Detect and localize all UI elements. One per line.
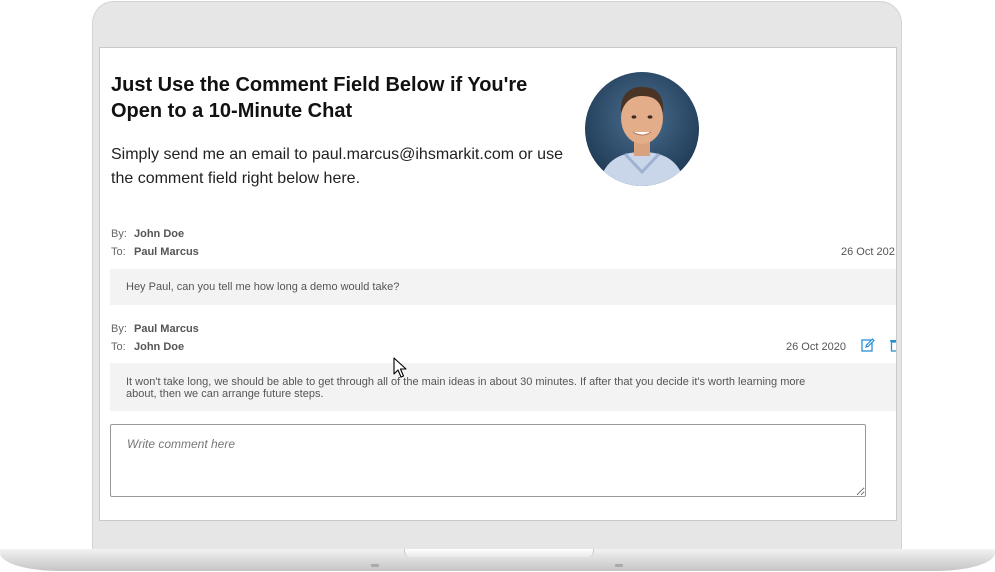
laptop-foot-right — [615, 564, 623, 567]
comment-author: John Doe — [134, 228, 185, 240]
comment-2-by: By: Paul Marcus — [111, 323, 199, 335]
by-label: By: — [111, 228, 127, 240]
by-label: By: — [111, 323, 127, 335]
comment-recipient: Paul Marcus — [134, 246, 199, 258]
comment-1-text: Hey Paul, can you tell me how long a dem… — [110, 269, 896, 305]
hero-title: Just Use the Comment Field Below if You'… — [111, 74, 528, 122]
comment-input[interactable] — [110, 424, 866, 497]
avatar — [585, 72, 699, 186]
laptop-notch — [404, 549, 594, 557]
to-label: To: — [111, 246, 126, 258]
mouse-cursor-icon — [393, 357, 407, 378]
laptop-screen: Just Use the Comment Field Below if You'… — [99, 47, 897, 521]
hero-subtitle: Simply send me an email to paul.marcus@i… — [111, 146, 563, 187]
comment-1-to: To: Paul Marcus — [111, 246, 199, 258]
comment-1-date: 26 Oct 202 — [841, 246, 895, 258]
trash-icon[interactable] — [889, 338, 897, 352]
comment-2-date: 26 Oct 2020 — [786, 341, 846, 353]
edit-icon[interactable] — [861, 338, 875, 352]
to-label: To: — [111, 341, 126, 353]
comment-recipient: John Doe — [134, 341, 185, 353]
comment-2-to: To: John Doe — [111, 341, 184, 353]
comment-author: Paul Marcus — [134, 323, 199, 335]
comment-2-text: It won't take long, we should be able to… — [110, 363, 896, 411]
comment-1-by: By: John Doe — [111, 228, 184, 240]
laptop-foot-left — [371, 564, 379, 567]
